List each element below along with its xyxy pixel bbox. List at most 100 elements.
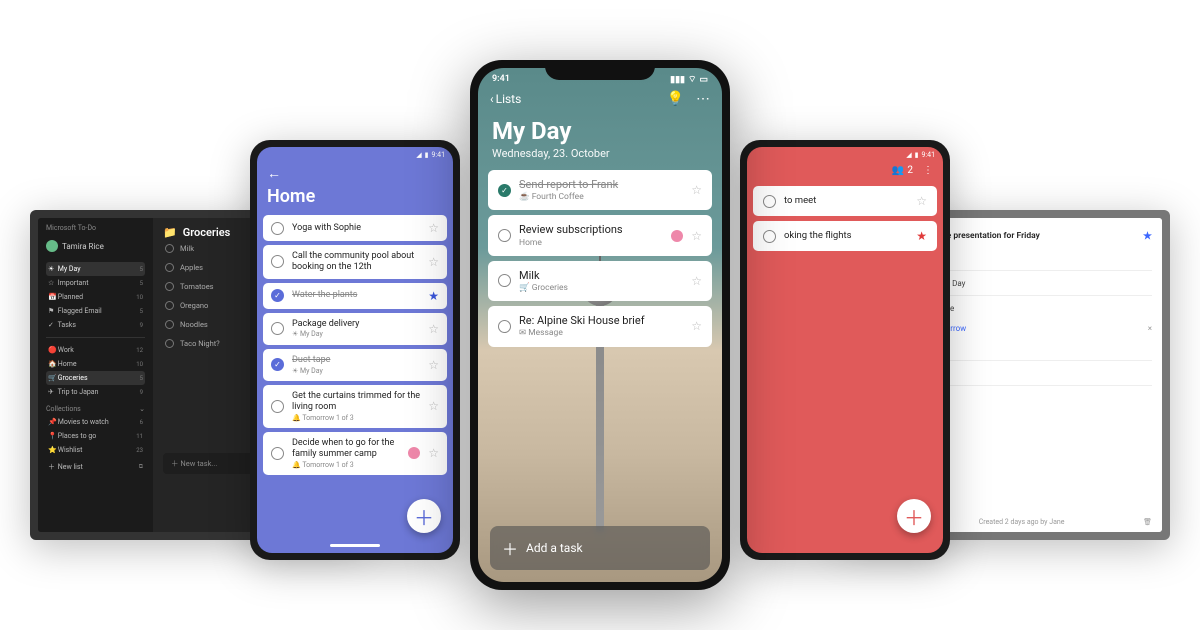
task-title: Decide when to go for the family summer … [292, 438, 396, 460]
people-icon: 👥 [892, 165, 904, 176]
star-icon[interactable]: ☆ [428, 255, 439, 269]
add-task-input[interactable]: ＋ Add a task [490, 526, 710, 570]
star-icon[interactable]: ☆ [916, 194, 927, 208]
complete-checkbox[interactable] [165, 320, 174, 329]
share-button[interactable]: 👥2 [892, 165, 913, 176]
complete-checkbox[interactable]: ✓ [271, 289, 284, 302]
task-title: Review subscriptions [519, 223, 659, 236]
complete-checkbox[interactable] [271, 255, 284, 268]
star-icon[interactable]: ☆ [691, 274, 702, 288]
complete-checkbox[interactable] [165, 244, 174, 253]
more-icon[interactable]: ⋮ [923, 165, 933, 176]
task-sub: ☀ My Day [292, 367, 420, 375]
suggestions-icon[interactable]: 💡 [667, 91, 684, 107]
task-title: Package delivery [292, 319, 420, 330]
task-card[interactable]: Get the curtains trimmed for the living … [263, 385, 447, 428]
task-title: Send report to Frank [519, 178, 683, 191]
task-sub: ☕ Fourth Coffee [519, 192, 683, 202]
complete-checkbox[interactable] [498, 320, 511, 333]
new-list-button[interactable]: ＋ New list ⧉ [46, 459, 145, 475]
complete-checkbox[interactable] [498, 229, 511, 242]
sidebar-item[interactable]: ☆ Important5 [46, 276, 145, 290]
task-card[interactable]: ✓Duct tape☀ My Day☆ [263, 349, 447, 381]
complete-checkbox[interactable]: ✓ [498, 184, 511, 197]
star-icon[interactable]: ☆ [428, 446, 439, 460]
chevron-left-icon: ‹ [490, 92, 494, 106]
task-card[interactable]: to meet☆ [753, 186, 937, 216]
plus-icon: ＋ [502, 536, 518, 560]
complete-checkbox[interactable] [165, 301, 174, 310]
star-icon[interactable]: ☆ [428, 399, 439, 413]
complete-checkbox[interactable] [165, 282, 174, 291]
star-icon[interactable]: ☆ [691, 183, 702, 197]
complete-checkbox[interactable] [498, 274, 511, 287]
star-icon[interactable]: ☆ [428, 358, 439, 372]
user-account[interactable]: Tamira Rice [46, 240, 145, 252]
star-icon[interactable]: ☆ [428, 322, 439, 336]
home-indicator [330, 544, 380, 547]
task-title: Yoga with Sophie [292, 223, 420, 234]
complete-checkbox[interactable] [165, 263, 174, 272]
sidebar-item[interactable]: 📅 Planned10 [46, 290, 145, 304]
task-card[interactable]: ✓Water the plants★ [263, 283, 447, 309]
back-button[interactable]: ‹Lists [490, 92, 521, 106]
sidebar-list-item[interactable]: ✈ Trip to Japan9 [46, 385, 145, 399]
collection-item[interactable]: 📌 Movies to watch6 [46, 415, 145, 429]
notch [545, 60, 655, 80]
signal-icon: ◢ [906, 151, 911, 159]
complete-checkbox[interactable] [763, 230, 776, 243]
sidebar-list-item[interactable]: 🛒 Groceries5 [46, 371, 145, 385]
task-title: oking the flights [784, 230, 908, 241]
task-card[interactable]: Re: Alpine Ski House brief✉ Message☆ [488, 306, 712, 346]
collection-item[interactable]: ⭐ Wishlist23 [46, 443, 145, 457]
sidebar-item[interactable]: ✓ Tasks9 [46, 318, 145, 332]
delete-icon[interactable]: 🗑 [1143, 518, 1152, 526]
complete-checkbox[interactable] [271, 447, 284, 460]
complete-checkbox[interactable] [271, 400, 284, 413]
clear-due-icon[interactable]: × [1148, 324, 1152, 333]
battery-icon: ▭ [699, 75, 708, 85]
task-card[interactable]: oking the flights ★ [753, 221, 937, 251]
collection-item[interactable]: 📍 Places to go11 [46, 429, 145, 443]
add-task-fab[interactable]: ＋ [407, 499, 441, 533]
collections-header[interactable]: Collections⌄ [46, 405, 145, 413]
task-card[interactable]: Milk🛒 Groceries☆ [488, 261, 712, 301]
back-button[interactable]: ← [267, 165, 443, 182]
complete-checkbox[interactable] [763, 195, 776, 208]
sidebar-list-item[interactable]: 🏠 Home10 [46, 357, 145, 371]
complete-checkbox[interactable] [165, 339, 174, 348]
app-brand: Microsoft To-Do [46, 224, 145, 232]
task-card[interactable]: ✓ Send report to Frank☕ Fourth Coffee ☆ [488, 170, 712, 210]
star-icon[interactable]: ★ [428, 289, 439, 303]
new-group-icon[interactable]: ⧉ [139, 463, 143, 471]
star-icon[interactable]: ☆ [691, 319, 702, 333]
complete-checkbox[interactable] [271, 222, 284, 235]
task-card[interactable]: Decide when to go for the family summer … [263, 432, 447, 475]
page-title: My Day [492, 117, 708, 145]
sidebar-item[interactable]: ⚑ Flagged Email5 [46, 304, 145, 318]
android-phone-red: ◢▮9:41 👥2 ⋮ to meet☆oking the flights★ ＋ [740, 140, 950, 560]
sidebar-list-item[interactable]: 🔴 Work12 [46, 343, 145, 357]
task-title: Re: Alpine Ski House brief [519, 314, 683, 327]
folder-icon: 📁 [163, 226, 177, 239]
task-card[interactable]: Package delivery☀ My Day☆ [263, 313, 447, 345]
add-task-fab[interactable]: ＋ [897, 499, 931, 533]
star-icon[interactable]: ★ [1143, 231, 1152, 242]
star-icon[interactable]: ☆ [691, 229, 702, 243]
wifi-icon: ⌔ [688, 74, 696, 85]
sidebar-item[interactable]: ☀ My Day5 [46, 262, 145, 276]
star-icon[interactable]: ☆ [428, 221, 439, 235]
battery-icon: ▮ [915, 151, 919, 159]
complete-checkbox[interactable]: ✓ [271, 358, 284, 371]
signal-icon: ◢ [416, 151, 421, 159]
task-card[interactable]: Call the community pool about booking on… [263, 245, 447, 279]
task-sub: 🔔 Tomorrow 1 of 3 [292, 461, 396, 469]
task-card[interactable]: Yoga with Sophie ☆ [263, 215, 447, 241]
task-title: Get the curtains trimmed for the living … [292, 391, 420, 413]
task-title: Milk [519, 269, 683, 282]
task-card[interactable]: Review subscriptionsHome☆ [488, 215, 712, 255]
complete-checkbox[interactable] [271, 322, 284, 335]
star-icon[interactable]: ★ [916, 229, 927, 243]
user-name: Tamira Rice [62, 242, 104, 251]
more-icon[interactable]: ⋯ [696, 91, 710, 107]
